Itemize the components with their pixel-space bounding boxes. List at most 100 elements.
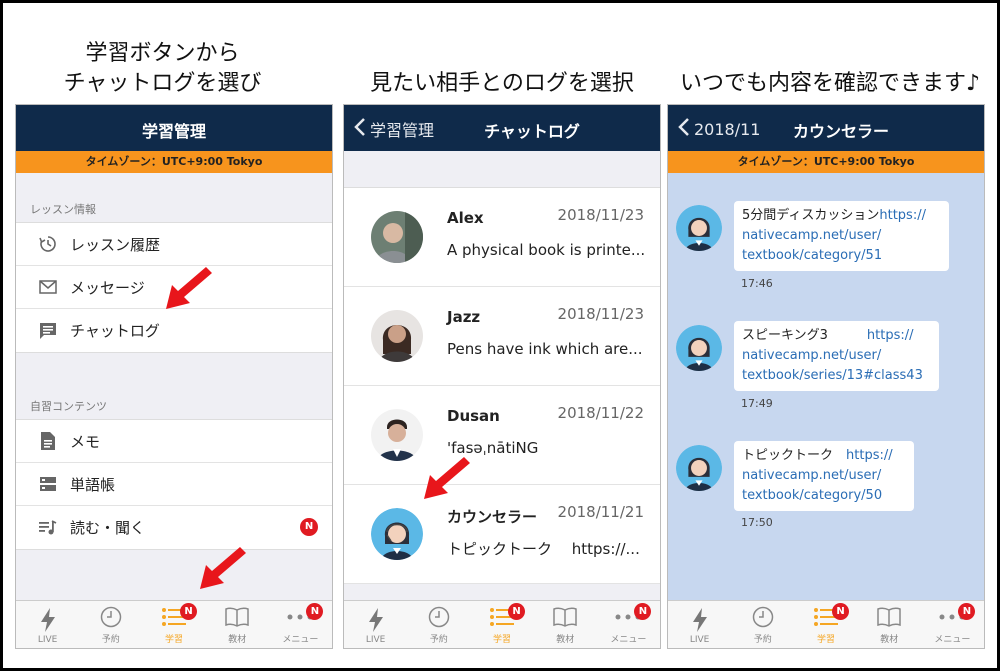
lightning-icon bbox=[368, 607, 383, 633]
screenshot-frame: 学習ボタンから チャットログを選び 見たい相手とのログを選択 いつでも内容を確認… bbox=[3, 3, 997, 668]
message-bubble: スピーキング3 https:// nativecamp.net/user/ te… bbox=[734, 321, 939, 391]
tab-bar: LIVE 予約 学習 N 教材 メニュー N bbox=[344, 600, 660, 648]
lightning-icon bbox=[40, 607, 55, 633]
cards-icon bbox=[38, 474, 58, 494]
menu-item-read-listen[interactable]: 読む・聞く N bbox=[16, 506, 332, 549]
menu-item-vocabulary[interactable]: 単語帳 bbox=[16, 463, 332, 506]
message-bubble: 5分間ディスカッションhttps:// nativecamp.net/user/… bbox=[734, 201, 949, 271]
new-badge: N bbox=[832, 603, 849, 620]
chat-preview: Pens have ink which are... bbox=[447, 340, 643, 358]
tab-study[interactable]: 学習 N bbox=[470, 601, 533, 648]
page-title: チャットログ bbox=[484, 122, 580, 141]
counselor-avatar-icon bbox=[676, 205, 722, 251]
menu-item-chat-log[interactable]: チャットログ bbox=[16, 309, 332, 352]
message-link[interactable]: nativecamp.net/user/ bbox=[742, 226, 941, 246]
menu-item-label: レッスン履歴 bbox=[70, 235, 161, 254]
navbar: 学習管理 bbox=[16, 105, 332, 151]
avatar bbox=[371, 409, 423, 461]
chat-date: 2018/11/21 bbox=[557, 503, 644, 521]
contact-name: Alex bbox=[447, 209, 484, 227]
new-badge: N bbox=[508, 603, 525, 620]
caption-left-line1: 学習ボタンから bbox=[85, 41, 240, 66]
message-text: スピーキング3 bbox=[742, 328, 867, 343]
new-badge: N bbox=[300, 518, 318, 536]
tab-reservation[interactable]: 予約 bbox=[407, 601, 470, 648]
tab-label: 学習 bbox=[817, 635, 836, 645]
new-badge: N bbox=[306, 603, 324, 620]
section-label-self-study: 自習コンテンツ bbox=[30, 400, 107, 413]
tab-label: LIVE bbox=[37, 635, 58, 645]
caption-right: いつでも内容を確認できます♪ bbox=[679, 71, 981, 96]
menu-item-lesson-history[interactable]: レッスン履歴 bbox=[16, 223, 332, 266]
message-link[interactable]: nativecamp.net/user/ bbox=[742, 466, 906, 486]
avatar bbox=[371, 211, 423, 263]
tab-bar: LIVE 予約 学習 N 教材 メニュー N bbox=[16, 600, 332, 648]
tab-materials[interactable]: 教材 bbox=[534, 601, 597, 648]
message-link[interactable]: https:// bbox=[879, 208, 926, 223]
message-link[interactable]: textbook/series/13#class43 bbox=[742, 366, 931, 386]
book-icon bbox=[877, 604, 901, 630]
tab-menu[interactable]: メニュー N bbox=[597, 601, 660, 648]
message-link[interactable]: textbook/category/50 bbox=[742, 486, 906, 506]
page-title: 学習管理 bbox=[141, 122, 206, 141]
tab-menu[interactable]: メニュー N bbox=[269, 601, 332, 648]
tab-study[interactable]: 学習 N bbox=[142, 601, 205, 648]
menu-item-label: メモ bbox=[70, 432, 101, 451]
tab-menu[interactable]: メニュー N bbox=[921, 601, 984, 648]
tab-label: 教材 bbox=[556, 635, 575, 645]
menu-item-label: チャットログ bbox=[70, 322, 160, 340]
pointer-arrow-icon bbox=[166, 267, 212, 309]
tab-label: 教材 bbox=[880, 635, 899, 645]
chat-preview: 'fasəˌnātiNG bbox=[447, 439, 539, 457]
tab-label: 予約 bbox=[429, 635, 448, 645]
tab-reservation[interactable]: 予約 bbox=[731, 601, 794, 648]
tab-live[interactable]: LIVE bbox=[16, 601, 79, 648]
timezone-bar: タイムゾーン：UTC+9:00 Tokyo bbox=[668, 151, 984, 173]
chat-preview: A physical book is printe... bbox=[447, 241, 646, 259]
tab-reservation[interactable]: 予約 bbox=[79, 601, 142, 648]
menu-item-label: 単語帳 bbox=[70, 475, 116, 494]
tab-live[interactable]: LIVE bbox=[344, 601, 407, 648]
tab-label: LIVE bbox=[365, 635, 386, 645]
tab-study[interactable]: 学習 N bbox=[794, 601, 857, 648]
new-badge: N bbox=[634, 603, 652, 620]
mail-icon bbox=[38, 277, 58, 297]
chat-row-alex[interactable]: Alex 2018/11/23 A physical book is print… bbox=[344, 188, 660, 287]
list-spacer bbox=[344, 151, 660, 187]
navbar: 学習管理 チャットログ bbox=[344, 105, 660, 151]
message-text: トピックトーク bbox=[742, 448, 847, 463]
menu-item-label: メッセージ bbox=[70, 278, 145, 297]
self-study-list: メモ 単語帳 読む・聞く N bbox=[16, 419, 332, 550]
counselor-avatar-icon bbox=[371, 508, 423, 560]
menu-item-memo[interactable]: メモ bbox=[16, 420, 332, 463]
tab-materials[interactable]: 教材 bbox=[858, 601, 921, 648]
caption-left: 学習ボタンから チャットログを選び bbox=[35, 39, 290, 99]
lightning-icon bbox=[692, 607, 707, 633]
message-link[interactable]: https:// bbox=[867, 328, 914, 343]
chat-row-counselor[interactable]: カウンセラー 2018/11/21 トピックトーク https://... bbox=[344, 485, 660, 584]
new-badge: N bbox=[180, 603, 197, 620]
contact-name: Dusan bbox=[447, 407, 500, 425]
clock-icon bbox=[100, 604, 122, 630]
history-icon bbox=[38, 234, 58, 254]
message-time: 17:50 bbox=[741, 516, 773, 529]
message-link[interactable]: nativecamp.net/user/ bbox=[742, 346, 931, 366]
pointer-arrow-icon bbox=[424, 457, 470, 499]
message-text: 5分間ディスカッション bbox=[742, 208, 880, 223]
pointer-arrow-icon bbox=[200, 547, 246, 589]
message-link[interactable]: textbook/category/51 bbox=[742, 246, 941, 266]
timezone-bar: タイムゾーン：UTC+9:00 Tokyo bbox=[16, 151, 332, 173]
tab-label: 学習 bbox=[493, 635, 512, 645]
chevron-left-icon bbox=[678, 117, 694, 141]
chat-row-dusan[interactable]: Dusan 2018/11/22 'fasəˌnātiNG bbox=[344, 386, 660, 485]
tab-materials[interactable]: 教材 bbox=[206, 601, 269, 648]
avatar bbox=[371, 310, 423, 362]
message-link[interactable]: https:// bbox=[846, 448, 893, 463]
message-time: 17:49 bbox=[741, 397, 773, 410]
tab-live[interactable]: LIVE bbox=[668, 601, 731, 648]
tab-label: メニュー bbox=[282, 635, 319, 645]
caption-middle: 見たい相手とのログを選択 bbox=[370, 71, 634, 96]
tab-label: メニュー bbox=[610, 635, 647, 645]
chat-row-jazz[interactable]: Jazz 2018/11/23 Pens have ink which are.… bbox=[344, 287, 660, 386]
counselor-avatar-icon bbox=[676, 325, 722, 371]
